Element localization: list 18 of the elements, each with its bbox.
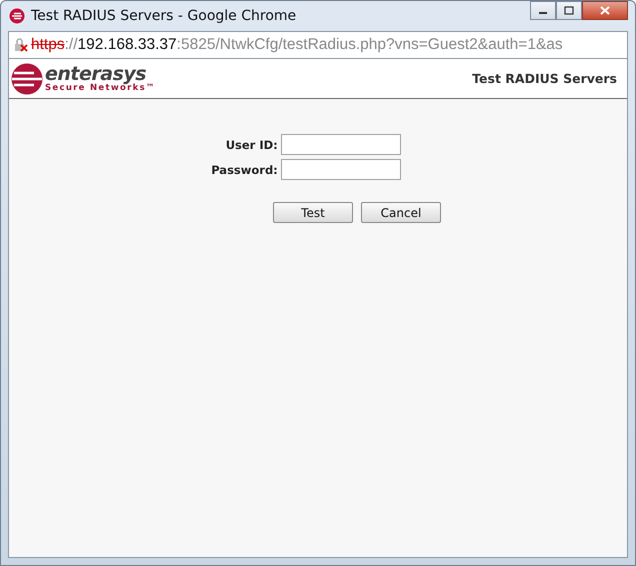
test-button[interactable]: Test — [273, 202, 353, 223]
page-title: Test RADIUS Servers — [472, 71, 617, 86]
maximize-button[interactable] — [556, 1, 582, 20]
user-id-field[interactable] — [280, 134, 401, 155]
minimize-button[interactable] — [530, 1, 556, 20]
address-bar[interactable]: https://192.168.33.37:5825/NtwkCfg/testRadius.php?vns=Guest2&auth=1&as — [8, 31, 628, 59]
field-label: Password: — [211, 162, 278, 176]
url-text: https://192.168.33.37:5825/NtwkCfg/testRadius.php?vns=Guest2&auth=1&as — [31, 36, 563, 54]
maximize-icon — [564, 6, 574, 15]
close-button[interactable] — [582, 1, 628, 20]
close-icon — [600, 6, 610, 15]
field-label: User ID: — [224, 138, 278, 152]
cancel-button[interactable]: Cancel — [361, 202, 441, 223]
logo-name: enterasys — [45, 64, 146, 84]
window-title: Test RADIUS Servers - Google Chrome — [31, 8, 296, 24]
password-field[interactable] — [280, 159, 401, 180]
logo-tagline: Secure Networks™ — [45, 84, 156, 92]
logo-icon — [9, 8, 25, 24]
